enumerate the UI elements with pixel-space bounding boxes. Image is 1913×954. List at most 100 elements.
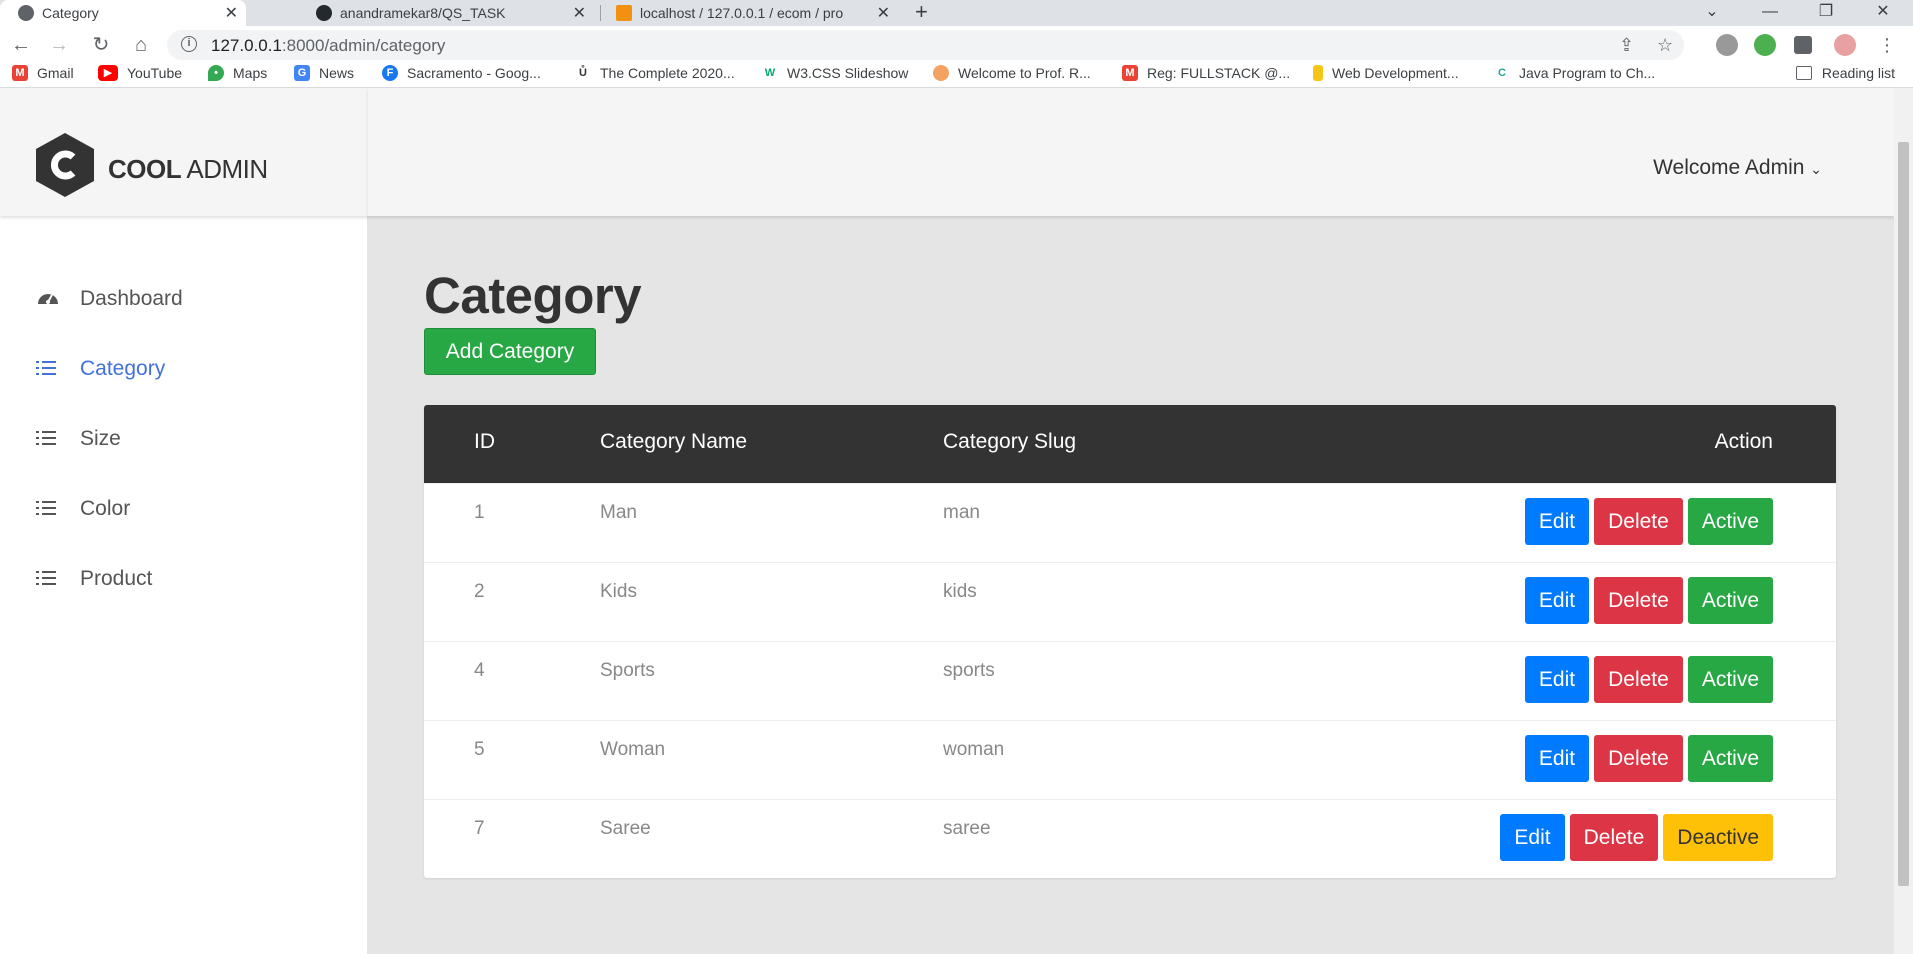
scrollbar[interactable] [1894, 88, 1913, 954]
category-table: ID Category Name Category Slug Action 1 M… [424, 405, 1836, 878]
address-bar[interactable]: i 127.0.0.1:8000/admin/category ⇪ ☆ [167, 30, 1684, 60]
tab-search-icon[interactable]: ⌄ [1690, 0, 1734, 26]
reading-list-icon [1795, 66, 1812, 80]
active-button[interactable]: Active [1687, 735, 1773, 782]
bookmark-label: Java Program to Ch... [1519, 65, 1656, 81]
account-dropdown[interactable]: Welcome Admin ⌄ [1653, 156, 1822, 180]
bookmark-item[interactable]: ▶ YouTube [98, 65, 182, 81]
edit-button[interactable]: Edit [1524, 577, 1590, 624]
bookmark-label: Maps [233, 65, 268, 81]
sidebar-item-product[interactable]: Product [0, 544, 368, 614]
scrollbar-thumb[interactable] [1898, 142, 1909, 886]
maps-icon: • [208, 65, 224, 81]
row-actions: Edit Delete Active [1524, 577, 1773, 624]
w3schools-icon: W [762, 65, 778, 81]
globe-icon [18, 5, 34, 21]
menu-kebab-icon[interactable]: ⋮ [1874, 32, 1900, 58]
edit-button[interactable]: Edit [1524, 498, 1590, 545]
active-button[interactable]: Active [1687, 498, 1773, 545]
browser-tab[interactable]: Category ✕ [0, 0, 246, 26]
welcome-text: Welcome Admin [1653, 156, 1805, 179]
browser-tab-strip: Category ✕ anandramekar8/QS_TASK ✕ local… [0, 0, 1913, 26]
table-row: 2 Kids kids Edit Delete Active [424, 562, 1836, 641]
sidebar-item-dashboard[interactable]: Dashboard [0, 264, 368, 334]
top-header: Welcome Admin ⌄ [368, 88, 1894, 216]
edit-button[interactable]: Edit [1524, 735, 1590, 782]
youtube-icon: ▶ [98, 65, 118, 81]
bookmark-label: News [319, 65, 355, 81]
dashboard-icon [36, 288, 58, 311]
star-icon[interactable]: ☆ [1657, 35, 1673, 56]
delete-button[interactable]: Delete [1594, 735, 1683, 782]
sidebar-menu: Dashboard Category Size Color Product [0, 264, 368, 614]
phpmyadmin-icon [616, 5, 632, 21]
gmail-icon: M [12, 65, 28, 81]
home-icon[interactable]: ⌂ [128, 32, 154, 58]
profile-avatar[interactable] [1834, 34, 1856, 56]
forward-icon[interactable]: → [46, 32, 72, 58]
tab-title: anandramekar8/QS_TASK [340, 5, 506, 21]
close-icon[interactable]: ✕ [877, 3, 890, 23]
bookmark-label: Web Development... [1332, 65, 1459, 81]
bookmark-item[interactable]: Welcome to Prof. R... [933, 65, 1091, 81]
sidebar-item-label: Category [80, 357, 166, 380]
deactive-button[interactable]: Deactive [1663, 814, 1773, 861]
profile-icon [933, 65, 949, 81]
page-viewport: COOL ADMIN Dashboard Category Size Color [0, 88, 1894, 954]
sidebar-item-color[interactable]: Color [0, 474, 368, 544]
sidebar-item-category[interactable]: Category [0, 334, 368, 404]
bookmark-item[interactable]: Ů The Complete 2020... [575, 65, 735, 81]
sidebar-item-label: Product [80, 567, 153, 590]
bookmark-item[interactable]: W W3.CSS Slideshow [762, 65, 908, 81]
delete-button[interactable]: Delete [1594, 656, 1683, 703]
new-tab-button[interactable]: + [915, 0, 928, 26]
tab-title: Category [42, 5, 99, 21]
browser-tab[interactable]: anandramekar8/QS_TASK ✕ [300, 0, 594, 26]
udemy-icon: Ů [575, 65, 591, 81]
active-button[interactable]: Active [1687, 656, 1773, 703]
site-info-icon[interactable]: i [181, 36, 197, 52]
share-icon[interactable]: ⇪ [1619, 35, 1634, 56]
close-icon[interactable]: ✕ [225, 3, 238, 23]
bookmark-item[interactable]: G News [294, 65, 354, 81]
logo[interactable]: COOL ADMIN [0, 88, 368, 216]
sidebar: COOL ADMIN Dashboard Category Size Color [0, 88, 368, 954]
bookmark-item[interactable]: M Gmail [12, 65, 74, 81]
minimize-icon[interactable]: — [1748, 0, 1792, 26]
back-icon[interactable]: ← [8, 32, 34, 58]
active-button[interactable]: Active [1687, 577, 1773, 624]
restore-icon[interactable]: ❐ [1804, 0, 1848, 26]
extension-tree-icon[interactable] [1754, 34, 1776, 56]
bookmark-item[interactable]: C Java Program to Ch... [1494, 65, 1655, 81]
cell-slug: man [943, 502, 980, 523]
bookmark-item[interactable]: M Reg: FULLSTACK @... [1122, 65, 1290, 81]
edit-button[interactable]: Edit [1524, 656, 1590, 703]
delete-button[interactable]: Delete [1569, 814, 1659, 861]
url-path: :8000/admin/category [281, 36, 446, 55]
window-close-icon[interactable]: ✕ [1861, 0, 1905, 26]
bookmark-item[interactable]: • Maps [208, 65, 267, 81]
add-category-button[interactable]: Add Category [424, 328, 596, 375]
bookmark-item[interactable]: Web Development... [1313, 65, 1459, 81]
bookmark-item[interactable]: F Sacramento - Goog... [382, 65, 541, 81]
logo-text-light: ADMIN [181, 154, 268, 184]
close-icon[interactable]: ✕ [573, 3, 586, 23]
reading-list-button[interactable]: Reading list [1795, 65, 1895, 81]
puzzle-icon[interactable] [1794, 36, 1812, 54]
edit-button[interactable]: Edit [1500, 814, 1565, 861]
extension-bug-icon[interactable] [1716, 34, 1738, 56]
bookmark-label: The Complete 2020... [600, 65, 735, 81]
bookmark-label: Reg: FULLSTACK @... [1147, 65, 1291, 81]
column-header-id: ID [474, 430, 495, 453]
sidebar-item-size[interactable]: Size [0, 404, 368, 474]
cell-slug: woman [943, 739, 1005, 760]
browser-tab[interactable]: localhost / 127.0.0.1 / ecom / pro ✕ [600, 0, 898, 26]
list-icon [36, 429, 58, 450]
cell-name: Man [600, 502, 637, 523]
delete-button[interactable]: Delete [1594, 498, 1683, 545]
bookmark-label: W3.CSS Slideshow [787, 65, 909, 81]
delete-button[interactable]: Delete [1594, 577, 1683, 624]
cell-id: 4 [474, 660, 485, 681]
page-title: Category [424, 267, 642, 324]
reload-icon[interactable]: ↻ [88, 32, 114, 58]
